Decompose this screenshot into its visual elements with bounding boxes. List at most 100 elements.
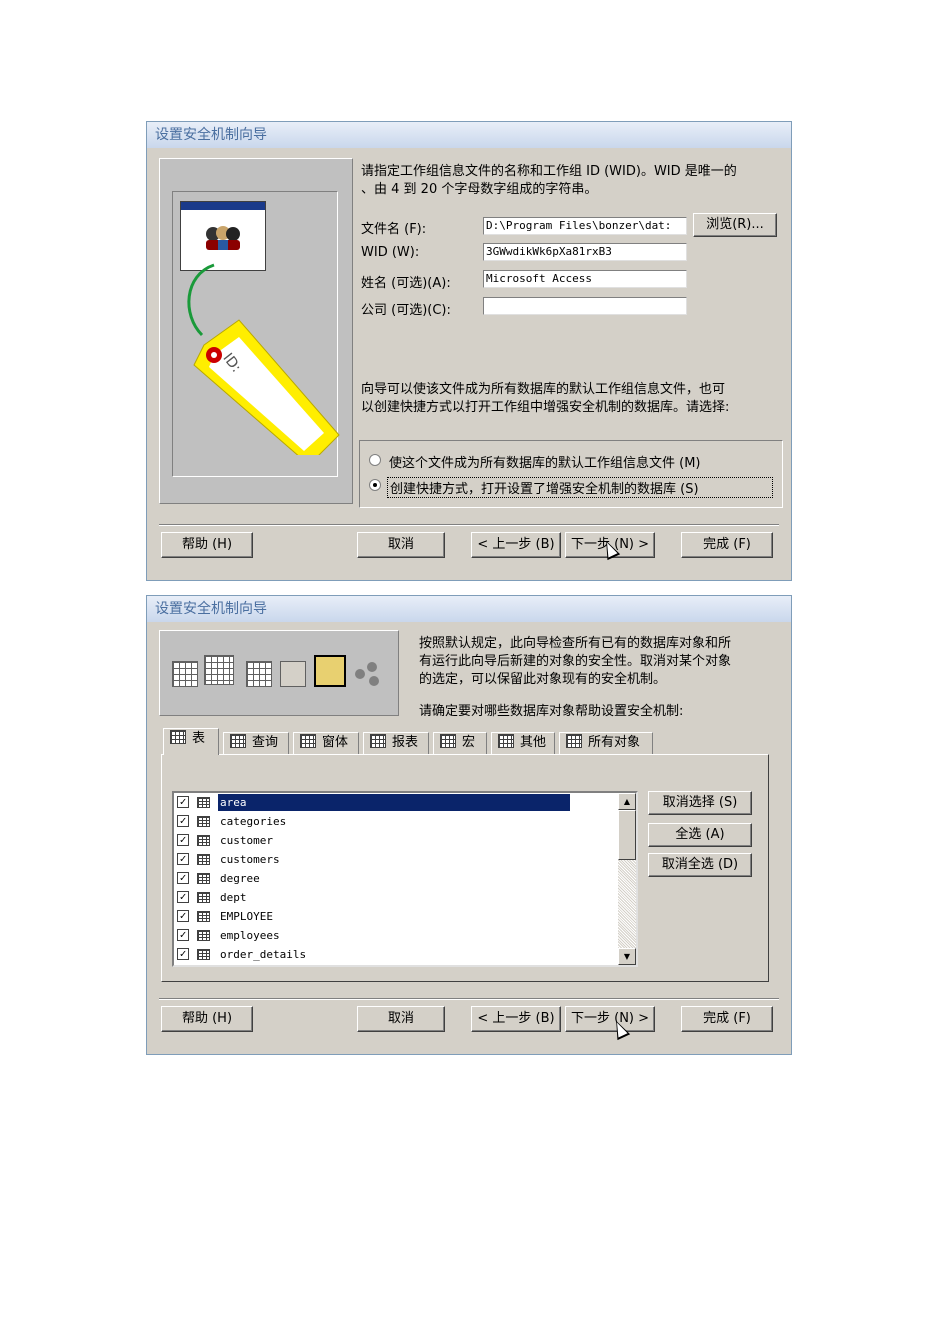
button-separator [159, 524, 779, 526]
list-item[interactable]: ✓ dept [174, 888, 614, 907]
dialog-title: 设置安全机制向导 [147, 596, 791, 622]
option1-label[interactable]: 使这个文件成为所有数据库的默认工作组信息文件 (M) [389, 452, 701, 471]
macro-object-icon [314, 655, 346, 687]
cancel-button[interactable]: 取消 [357, 1006, 445, 1032]
item-label: dept [220, 891, 247, 904]
item-checkbox[interactable]: ✓ [177, 834, 189, 846]
next-button[interactable]: 下一步 (N) > [565, 1006, 655, 1032]
filename-input[interactable]: D:\Program Files\bonzer\dat: [483, 217, 687, 235]
list-item[interactable]: ✓ degree [174, 869, 614, 888]
intro-line-2: 、由 4 到 20 个字母数字组成的字符串。 [361, 182, 598, 197]
table-icon [197, 797, 210, 808]
item-checkbox[interactable]: ✓ [177, 929, 189, 941]
list-item[interactable]: ✓ EMPLOYEE [174, 907, 614, 926]
item-label: area [218, 794, 570, 811]
form-object-icon [246, 661, 272, 687]
table-icon [197, 911, 210, 922]
tab-reports[interactable]: 报表 [363, 732, 429, 754]
query-object-icon [204, 655, 234, 685]
back-button[interactable]: < 上一步 (B) [471, 532, 561, 558]
table-icon [197, 892, 210, 903]
desc-line-1: 向导可以使该文件成为所有数据库的默认工作组信息文件，也可 [361, 382, 726, 397]
dialog-title: 设置安全机制向导 [147, 122, 791, 148]
other-tab-icon [498, 734, 514, 748]
macro-tab-icon [440, 734, 456, 748]
finish-button[interactable]: 完成 (F) [681, 1006, 773, 1032]
tab-queries[interactable]: 查询 [223, 732, 289, 754]
wid-input[interactable]: 3GWwdikWk6pXa81rxB3 [483, 243, 687, 261]
illustration-panel: ID: [159, 158, 353, 504]
option2-label[interactable]: 创建快捷方式，打开设置了增强安全机制的数据库 (S) [387, 477, 773, 498]
users-icon [203, 224, 243, 252]
browse-button[interactable]: 浏览(R)... [693, 213, 777, 237]
list-item[interactable]: ✓ customer [174, 831, 614, 850]
scroll-thumb[interactable] [618, 810, 636, 860]
help-button[interactable]: 帮助 (H) [161, 1006, 253, 1032]
list-item[interactable]: ✓ categories [174, 812, 614, 831]
intro-line-3: 的选定，可以保留此对象现有的安全机制。 [419, 672, 667, 687]
button-separator [159, 998, 779, 1000]
table-object-icon [172, 661, 198, 687]
table-icon [197, 835, 210, 846]
item-checkbox[interactable]: ✓ [177, 891, 189, 903]
table-icon [197, 930, 210, 941]
deselect-button[interactable]: 取消选择 (S) [648, 791, 752, 815]
intro-line-1: 请指定工作组信息文件的名称和工作组 ID (WID)。WID 是唯一的 [361, 164, 737, 179]
object-list[interactable]: ✓ area ✓ categories ✓ customer ✓ customers ✓ degr… [172, 791, 638, 967]
table-icon [197, 873, 210, 884]
question-text: 请确定要对哪些数据库对象帮助设置安全机制: [419, 704, 684, 719]
select-all-button[interactable]: 全选 (A) [648, 823, 752, 847]
item-checkbox[interactable]: ✓ [177, 796, 189, 808]
company-input[interactable] [483, 297, 687, 315]
item-label: customers [220, 853, 280, 866]
option1-radio[interactable] [369, 454, 381, 466]
cancel-button[interactable]: 取消 [357, 532, 445, 558]
security-wizard-dialog-step2: 设置安全机制向导 按照默认规定，此向导检查所有已有的数据库对象和所 有运行此向导… [146, 595, 792, 1055]
tab-tables[interactable]: 表 [163, 728, 219, 755]
finish-button[interactable]: 完成 (F) [681, 532, 773, 558]
deselect-all-button[interactable]: 取消全选 (D) [648, 853, 752, 877]
tab-other[interactable]: 其他 [491, 732, 555, 754]
table-icon [197, 816, 210, 827]
item-checkbox[interactable]: ✓ [177, 948, 189, 960]
module-object-icon [352, 659, 382, 689]
tab-all-objects[interactable]: 所有对象 [559, 732, 653, 754]
item-checkbox[interactable]: ✓ [177, 853, 189, 865]
security-wizard-dialog-step1: 设置安全机制向导 ID: 请指定工作组信息文件的名称和工作组 ID (WID)。… [146, 121, 792, 581]
id-tag-icon [187, 263, 340, 455]
list-item[interactable]: ✓ order_details [174, 945, 614, 964]
help-button[interactable]: 帮助 (H) [161, 532, 253, 558]
name-input[interactable]: Microsoft Access [483, 270, 687, 288]
list-item[interactable]: ✓ area [174, 793, 614, 812]
report-object-icon [280, 661, 306, 687]
filename-label: 文件名 (F): [361, 222, 427, 237]
object-icons-panel [159, 630, 399, 716]
intro-line-2: 有运行此向导后新建的对象的安全性。取消对某个对象 [419, 654, 732, 669]
item-checkbox[interactable]: ✓ [177, 815, 189, 827]
item-label: order_details [220, 948, 307, 961]
scroll-down-icon[interactable]: ▼ [618, 948, 636, 965]
option2-radio[interactable] [369, 479, 381, 491]
item-label: employees [220, 929, 280, 942]
tab-page: ✓ area ✓ categories ✓ customer ✓ customers ✓ degr… [161, 754, 769, 982]
item-label: categories [220, 815, 287, 828]
list-item[interactable]: ✓ customers [174, 850, 614, 869]
item-checkbox[interactable]: ✓ [177, 910, 189, 922]
tab-forms[interactable]: 窗体 [293, 732, 359, 754]
report-tab-icon [370, 734, 386, 748]
query-tab-icon [230, 734, 246, 748]
intro-line-1: 按照默认规定，此向导检查所有已有的数据库对象和所 [419, 636, 732, 651]
item-label: customer [220, 834, 273, 847]
wid-label: WID (W): [361, 245, 420, 260]
item-checkbox[interactable]: ✓ [177, 872, 189, 884]
item-label: degree [220, 872, 260, 885]
list-item[interactable]: ✓ employees [174, 926, 614, 945]
company-label: 公司 (可选)(C): [361, 303, 451, 318]
item-label: EMPLOYEE [220, 910, 273, 923]
table-tab-icon [170, 730, 186, 744]
tab-macros[interactable]: 宏 [433, 732, 487, 754]
form-tab-icon [300, 734, 316, 748]
list-scrollbar[interactable]: ▲ ▼ [618, 793, 636, 965]
back-button[interactable]: < 上一步 (B) [471, 1006, 561, 1032]
scroll-up-icon[interactable]: ▲ [618, 793, 636, 810]
